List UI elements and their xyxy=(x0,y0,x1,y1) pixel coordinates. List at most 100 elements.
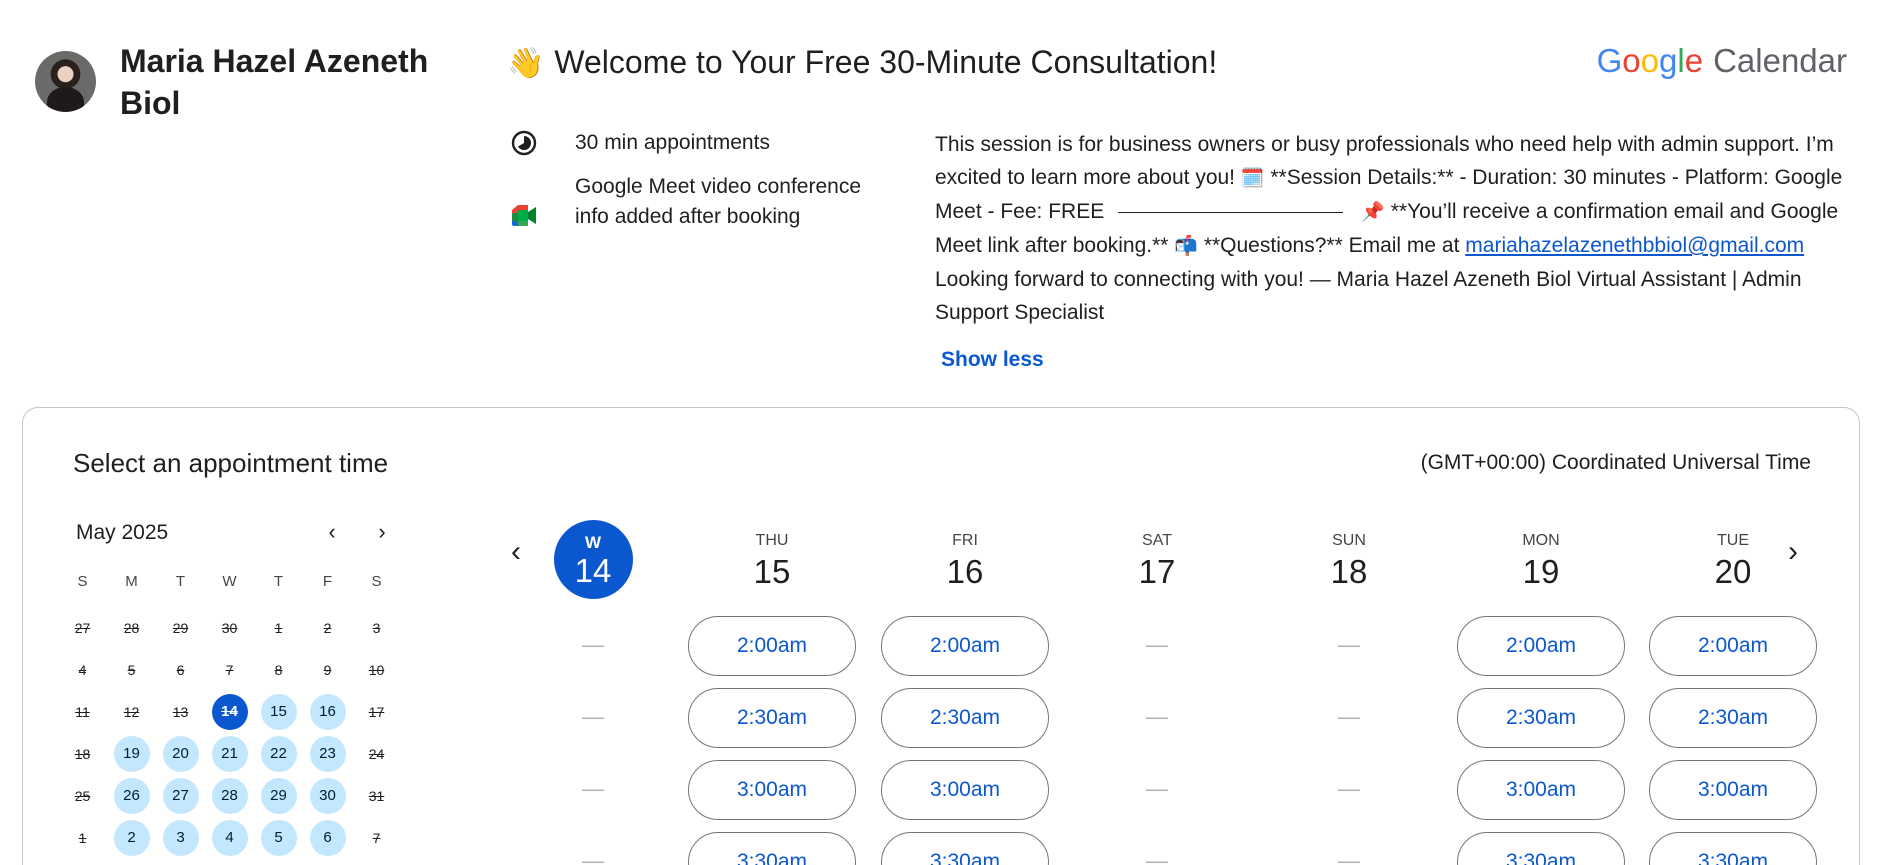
calendar-day: 5 xyxy=(127,662,136,678)
day-number: 14 xyxy=(574,552,612,589)
clock-icon xyxy=(510,129,538,157)
calendar-day[interactable]: 2 xyxy=(113,820,150,856)
day-column-header: TUE 20 xyxy=(1648,520,1818,616)
calendar-day: 9 xyxy=(323,662,332,678)
time-slot-button[interactable]: 3:30am xyxy=(688,832,856,865)
time-slot-button[interactable]: 3:30am xyxy=(881,832,1049,865)
no-slot-dash: — xyxy=(582,848,604,865)
time-slot-button[interactable]: 3:00am xyxy=(688,760,856,820)
show-less-button[interactable]: Show less xyxy=(941,345,1044,375)
booking-card: Select an appointment time (GMT+00:00) C… xyxy=(22,407,1860,865)
day-number: 19 xyxy=(1522,553,1560,590)
calendar-day[interactable]: 26 xyxy=(113,778,150,814)
timezone-selector[interactable]: (GMT+00:00) Coordinated Universal Time xyxy=(1421,448,1811,478)
day-column-header: MON 19 xyxy=(1456,520,1626,616)
calendar-day[interactable]: 19 xyxy=(113,736,150,772)
day-column: TUE 20 2:00am 2:30am 3:00am 3:30am xyxy=(1648,520,1818,865)
time-slot-button[interactable]: 2:30am xyxy=(1649,688,1817,748)
description-closing: Looking forward to connecting with you! … xyxy=(935,268,1802,324)
weekday-header: F xyxy=(322,573,333,590)
day-number: 16 xyxy=(946,553,984,590)
calendar-day[interactable]: 28 xyxy=(211,778,248,814)
time-slot-button[interactable]: 3:00am xyxy=(881,760,1049,820)
day-column: W 14 — — — — xyxy=(508,520,678,865)
calendar-day: 1 xyxy=(78,830,87,846)
no-slot-dash: — xyxy=(1338,776,1360,801)
time-slot-button[interactable]: 3:30am xyxy=(1457,832,1625,865)
selected-day[interactable]: 14 xyxy=(211,694,248,730)
google-calendar-logo: Google Calendar xyxy=(1596,42,1847,79)
time-slot-button[interactable]: 2:00am xyxy=(1649,616,1817,676)
time-slot-button[interactable]: 2:30am xyxy=(881,688,1049,748)
day-column-header: W 14 xyxy=(508,520,678,616)
calendar-day: 29 xyxy=(172,620,189,636)
calendar-day: 31 xyxy=(368,788,385,804)
day-column: SUN 18 — — — — xyxy=(1264,520,1434,865)
calendar-day[interactable]: 23 xyxy=(309,736,346,772)
mailbox-emoji: 📬 xyxy=(1174,236,1198,257)
calendar-day[interactable]: 16 xyxy=(309,694,346,730)
no-slot-dash: — xyxy=(1146,704,1168,729)
time-slot-button[interactable]: 3:00am xyxy=(1649,760,1817,820)
duration-row: 30 min appointments xyxy=(510,129,770,157)
time-slot-button[interactable]: 2:00am xyxy=(881,616,1049,676)
duration-text: 30 min appointments xyxy=(575,131,770,154)
day-column-header: THU 15 xyxy=(687,520,857,616)
day-of-week: SAT xyxy=(1142,532,1172,549)
host-name: Maria Hazel Azeneth Biol xyxy=(120,43,429,121)
no-slot-dash: — xyxy=(582,776,604,801)
logo-product-name: Calendar xyxy=(1713,42,1847,79)
time-slot-button[interactable]: 3:00am xyxy=(1457,760,1625,820)
calendar-day: 18 xyxy=(74,746,91,762)
event-title-text: Welcome to Your Free 30-Minute Consultat… xyxy=(554,44,1218,80)
calendar-day[interactable]: 30 xyxy=(309,778,346,814)
email-link[interactable]: mariahazelazenethbbiol@gmail.com xyxy=(1465,234,1804,257)
day-number: 17 xyxy=(1138,553,1176,590)
calendar-day: 13 xyxy=(172,704,189,720)
time-slot-button[interactable]: 3:30am xyxy=(1649,832,1817,865)
calendar-day[interactable]: 22 xyxy=(260,736,297,772)
weekday-header: W xyxy=(222,573,237,590)
day-column-header: FRI 16 xyxy=(880,520,1050,616)
time-slot-button[interactable]: 2:00am xyxy=(1457,616,1625,676)
calendar-day[interactable]: 27 xyxy=(162,778,199,814)
calendar-day[interactable]: 5 xyxy=(260,820,297,856)
day-number: 15 xyxy=(753,553,791,590)
no-slot-dash: — xyxy=(1338,632,1360,657)
day-column: SAT 17 — — — — xyxy=(1072,520,1242,865)
day-of-week: FRI xyxy=(952,532,978,549)
calendar-day[interactable]: 6 xyxy=(309,820,346,856)
waving-hand-emoji: 👋 xyxy=(507,47,545,80)
google-meet-icon xyxy=(510,202,538,230)
time-slot-button[interactable]: 2:30am xyxy=(1457,688,1625,748)
calendar-day: 11 xyxy=(75,704,90,720)
calendar-day: 30 xyxy=(221,620,238,636)
calendar-day: 17 xyxy=(368,704,385,720)
calendar-day: 10 xyxy=(368,662,385,678)
no-slot-dash: — xyxy=(1338,848,1360,865)
calendar-day[interactable]: 15 xyxy=(260,694,297,730)
calendar-day: 28 xyxy=(123,620,140,636)
event-description: This session is for business owners or b… xyxy=(935,128,1855,329)
day-of-week: SUN xyxy=(1332,532,1366,549)
weekday-header: M xyxy=(125,573,138,590)
calendar-day[interactable]: 20 xyxy=(162,736,199,772)
calendar-emoji: 🗓️ xyxy=(1240,168,1265,189)
calendar-day[interactable]: 29 xyxy=(260,778,297,814)
next-month-button[interactable]: › xyxy=(367,518,397,548)
calendar-day[interactable]: 21 xyxy=(211,736,248,772)
prev-month-button[interactable]: ‹ xyxy=(317,518,347,548)
pushpin-emoji: 📌 xyxy=(1361,202,1385,223)
conference-row: Google Meet video conference info added … xyxy=(510,175,861,230)
calendar-day: 2 xyxy=(323,620,332,636)
no-slot-dash: — xyxy=(582,704,604,729)
day-of-week: THU xyxy=(755,532,789,549)
calendar-day: 12 xyxy=(123,704,140,720)
time-slot-button[interactable]: 2:30am xyxy=(688,688,856,748)
calendar-day: 4 xyxy=(78,662,87,678)
event-title: 👋 Welcome to Your Free 30-Minute Consulta… xyxy=(507,40,1217,86)
time-slot-button[interactable]: 2:00am xyxy=(688,616,856,676)
calendar-day: 8 xyxy=(274,662,283,678)
calendar-day[interactable]: 3 xyxy=(162,820,199,856)
calendar-day[interactable]: 4 xyxy=(211,820,248,856)
